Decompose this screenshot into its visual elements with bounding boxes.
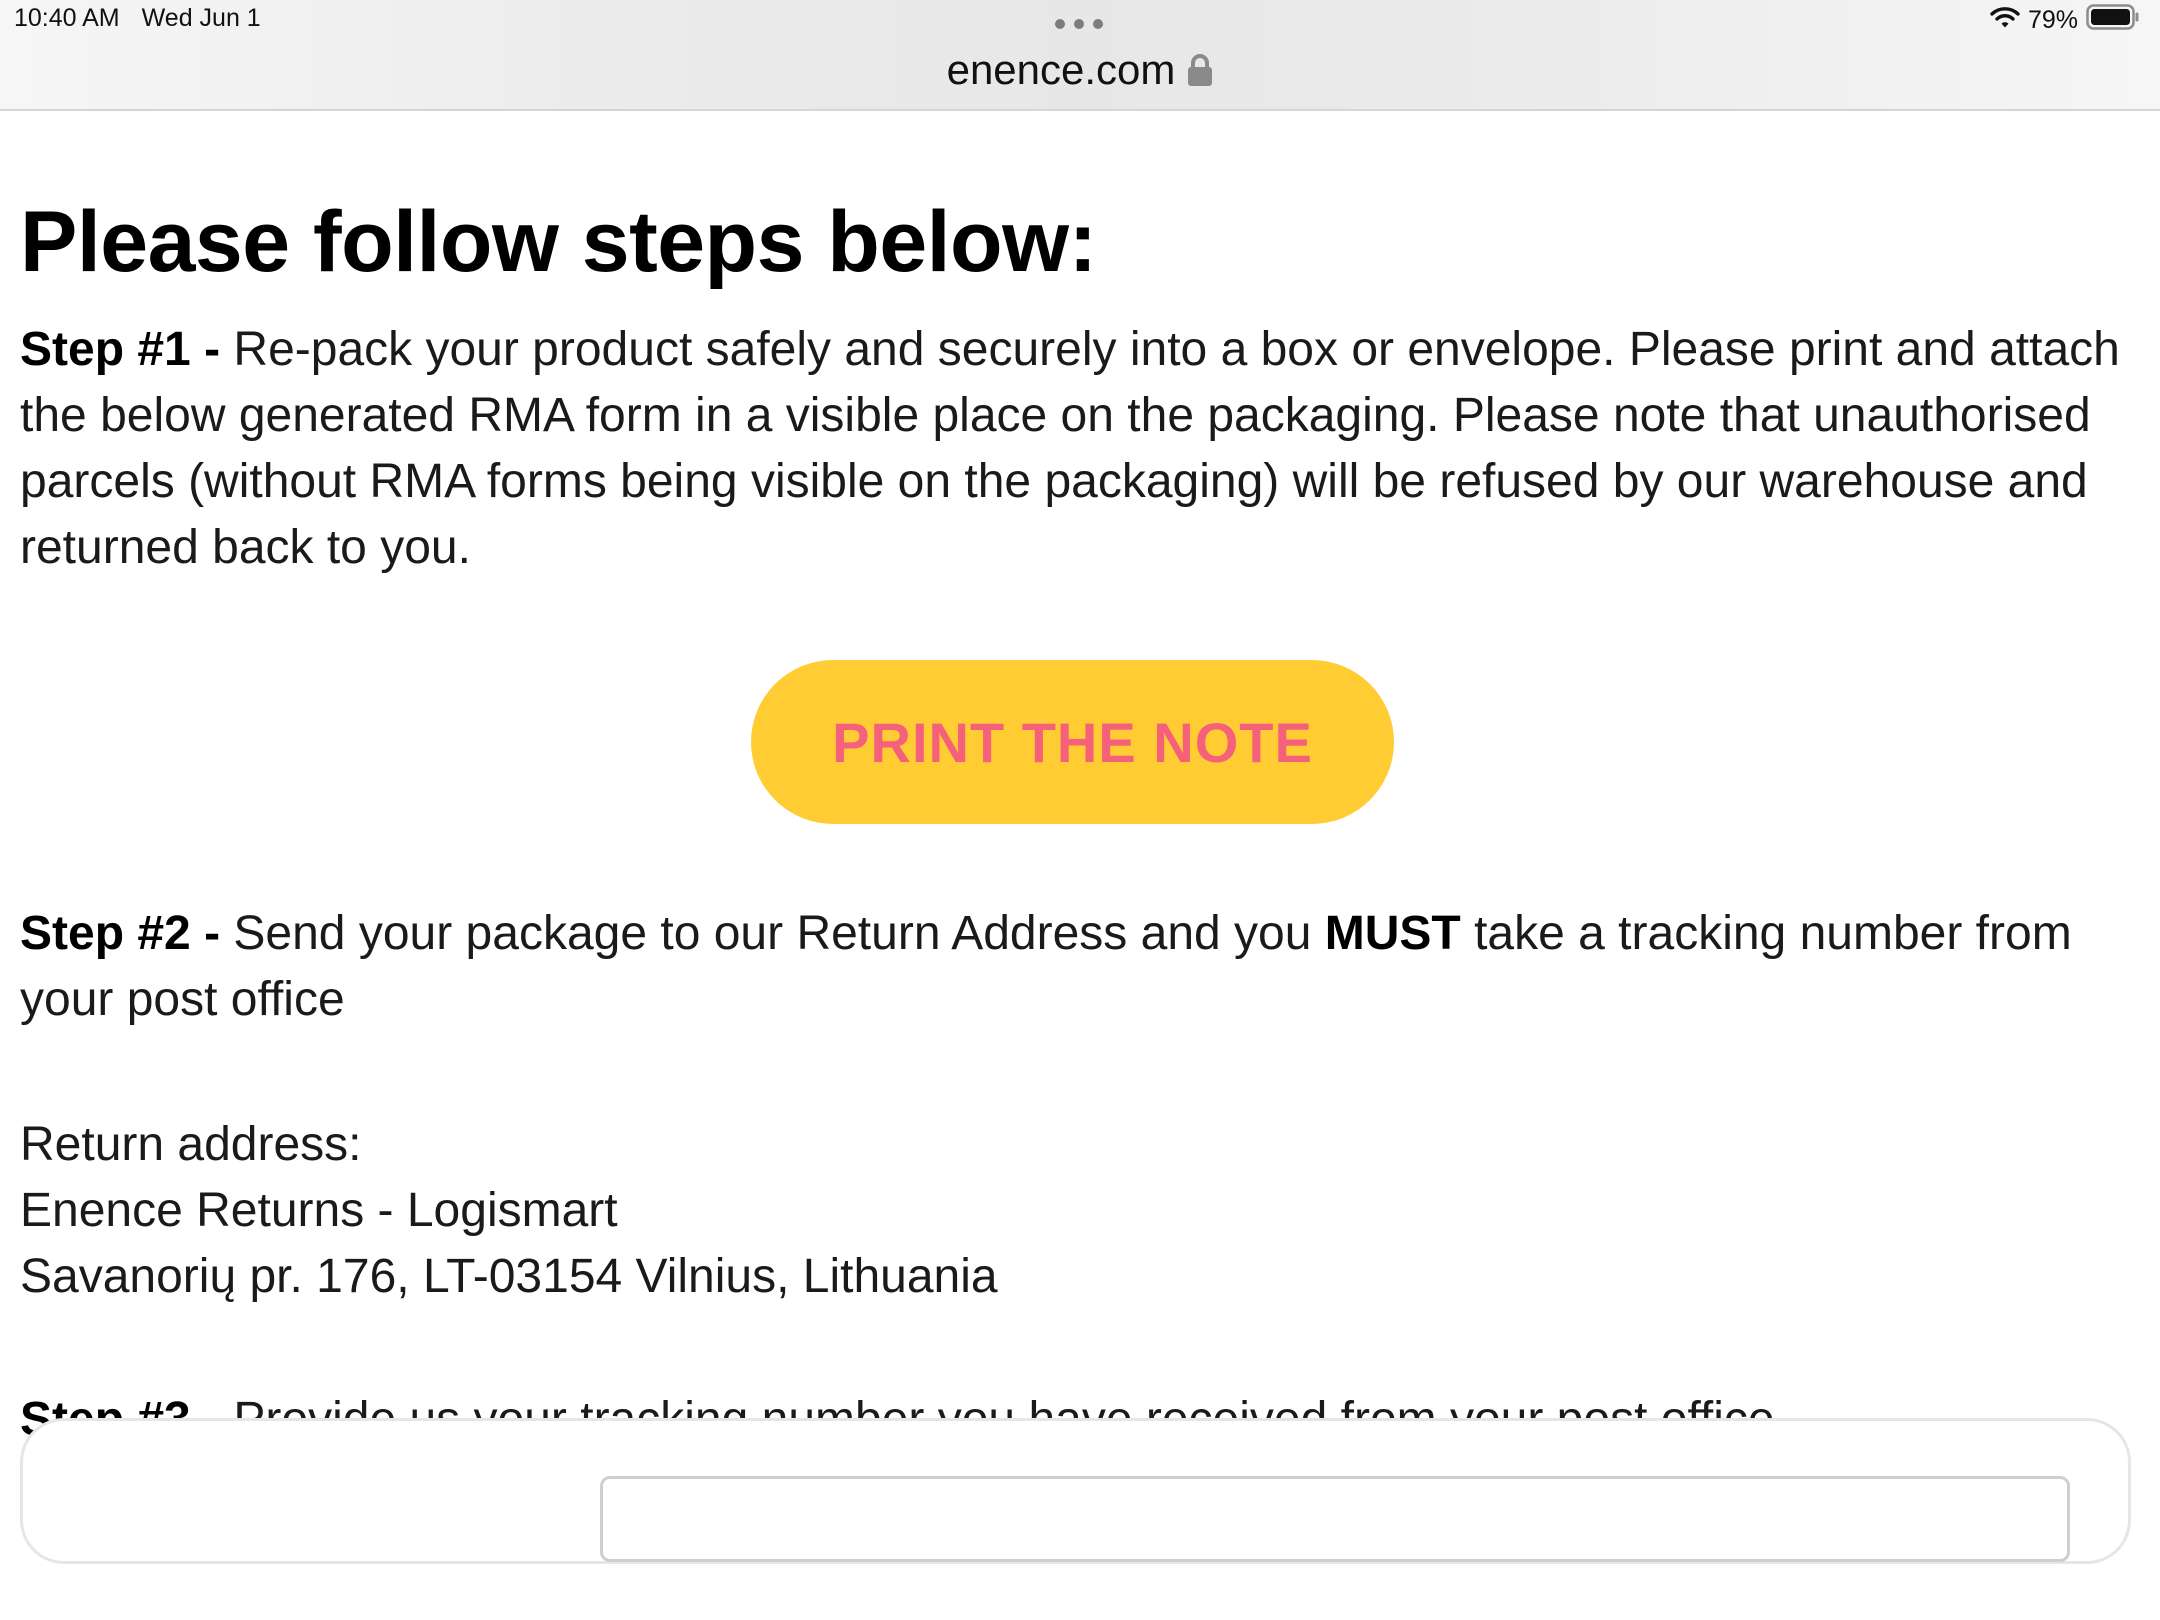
browser-top-bar: 10:40 AM Wed Jun 1 enence.com 79% [0,0,2160,111]
step-2-description-start: Send your package to our Return Address … [220,907,1325,960]
page-content: Please follow steps below: Step #1 - Re-… [0,111,2160,1620]
page: 10:40 AM Wed Jun 1 enence.com 79% Please… [0,0,2160,1620]
status-time: 10:40 AM [14,4,120,32]
lock-icon [1187,53,1213,87]
step-2-emphasis: MUST [1324,907,1461,960]
battery-icon [2086,3,2140,37]
return-address-line-1: Enence Returns - Logismart [20,1184,618,1237]
return-address-line-2: Savanorių pr. 176, LT-03154 Vilnius, Lit… [20,1250,998,1303]
url-text: enence.com [946,46,1176,93]
tracking-number-input[interactable] [600,1476,2070,1562]
step-1-label: Step #1 - [20,323,221,376]
status-clock: 10:40 AM Wed Jun 1 [14,4,261,33]
status-indicators: 79% [1990,3,2140,37]
step-2-text: Step #2 - Send your package to our Retur… [20,901,2140,1033]
step-2-label: Step #2 - [20,907,221,960]
return-address: Return address: Enence Returns - Logismar… [20,1112,2140,1310]
status-date: Wed Jun 1 [141,4,261,32]
return-address-title: Return address: [20,1118,362,1171]
battery-percent: 79% [2027,5,2078,34]
page-title: Please follow steps below: [20,194,1097,290]
more-dots-icon[interactable] [1055,16,1103,32]
print-note-button[interactable]: PRINT THE NOTE [751,660,1394,824]
step-1-text: Step #1 - Re-pack your product safely an… [20,317,2140,581]
address-bar[interactable]: enence.com [0,42,2160,98]
wifi-icon [1990,5,2020,36]
step-1-description: Re-pack your product safely and securely… [20,323,2120,574]
